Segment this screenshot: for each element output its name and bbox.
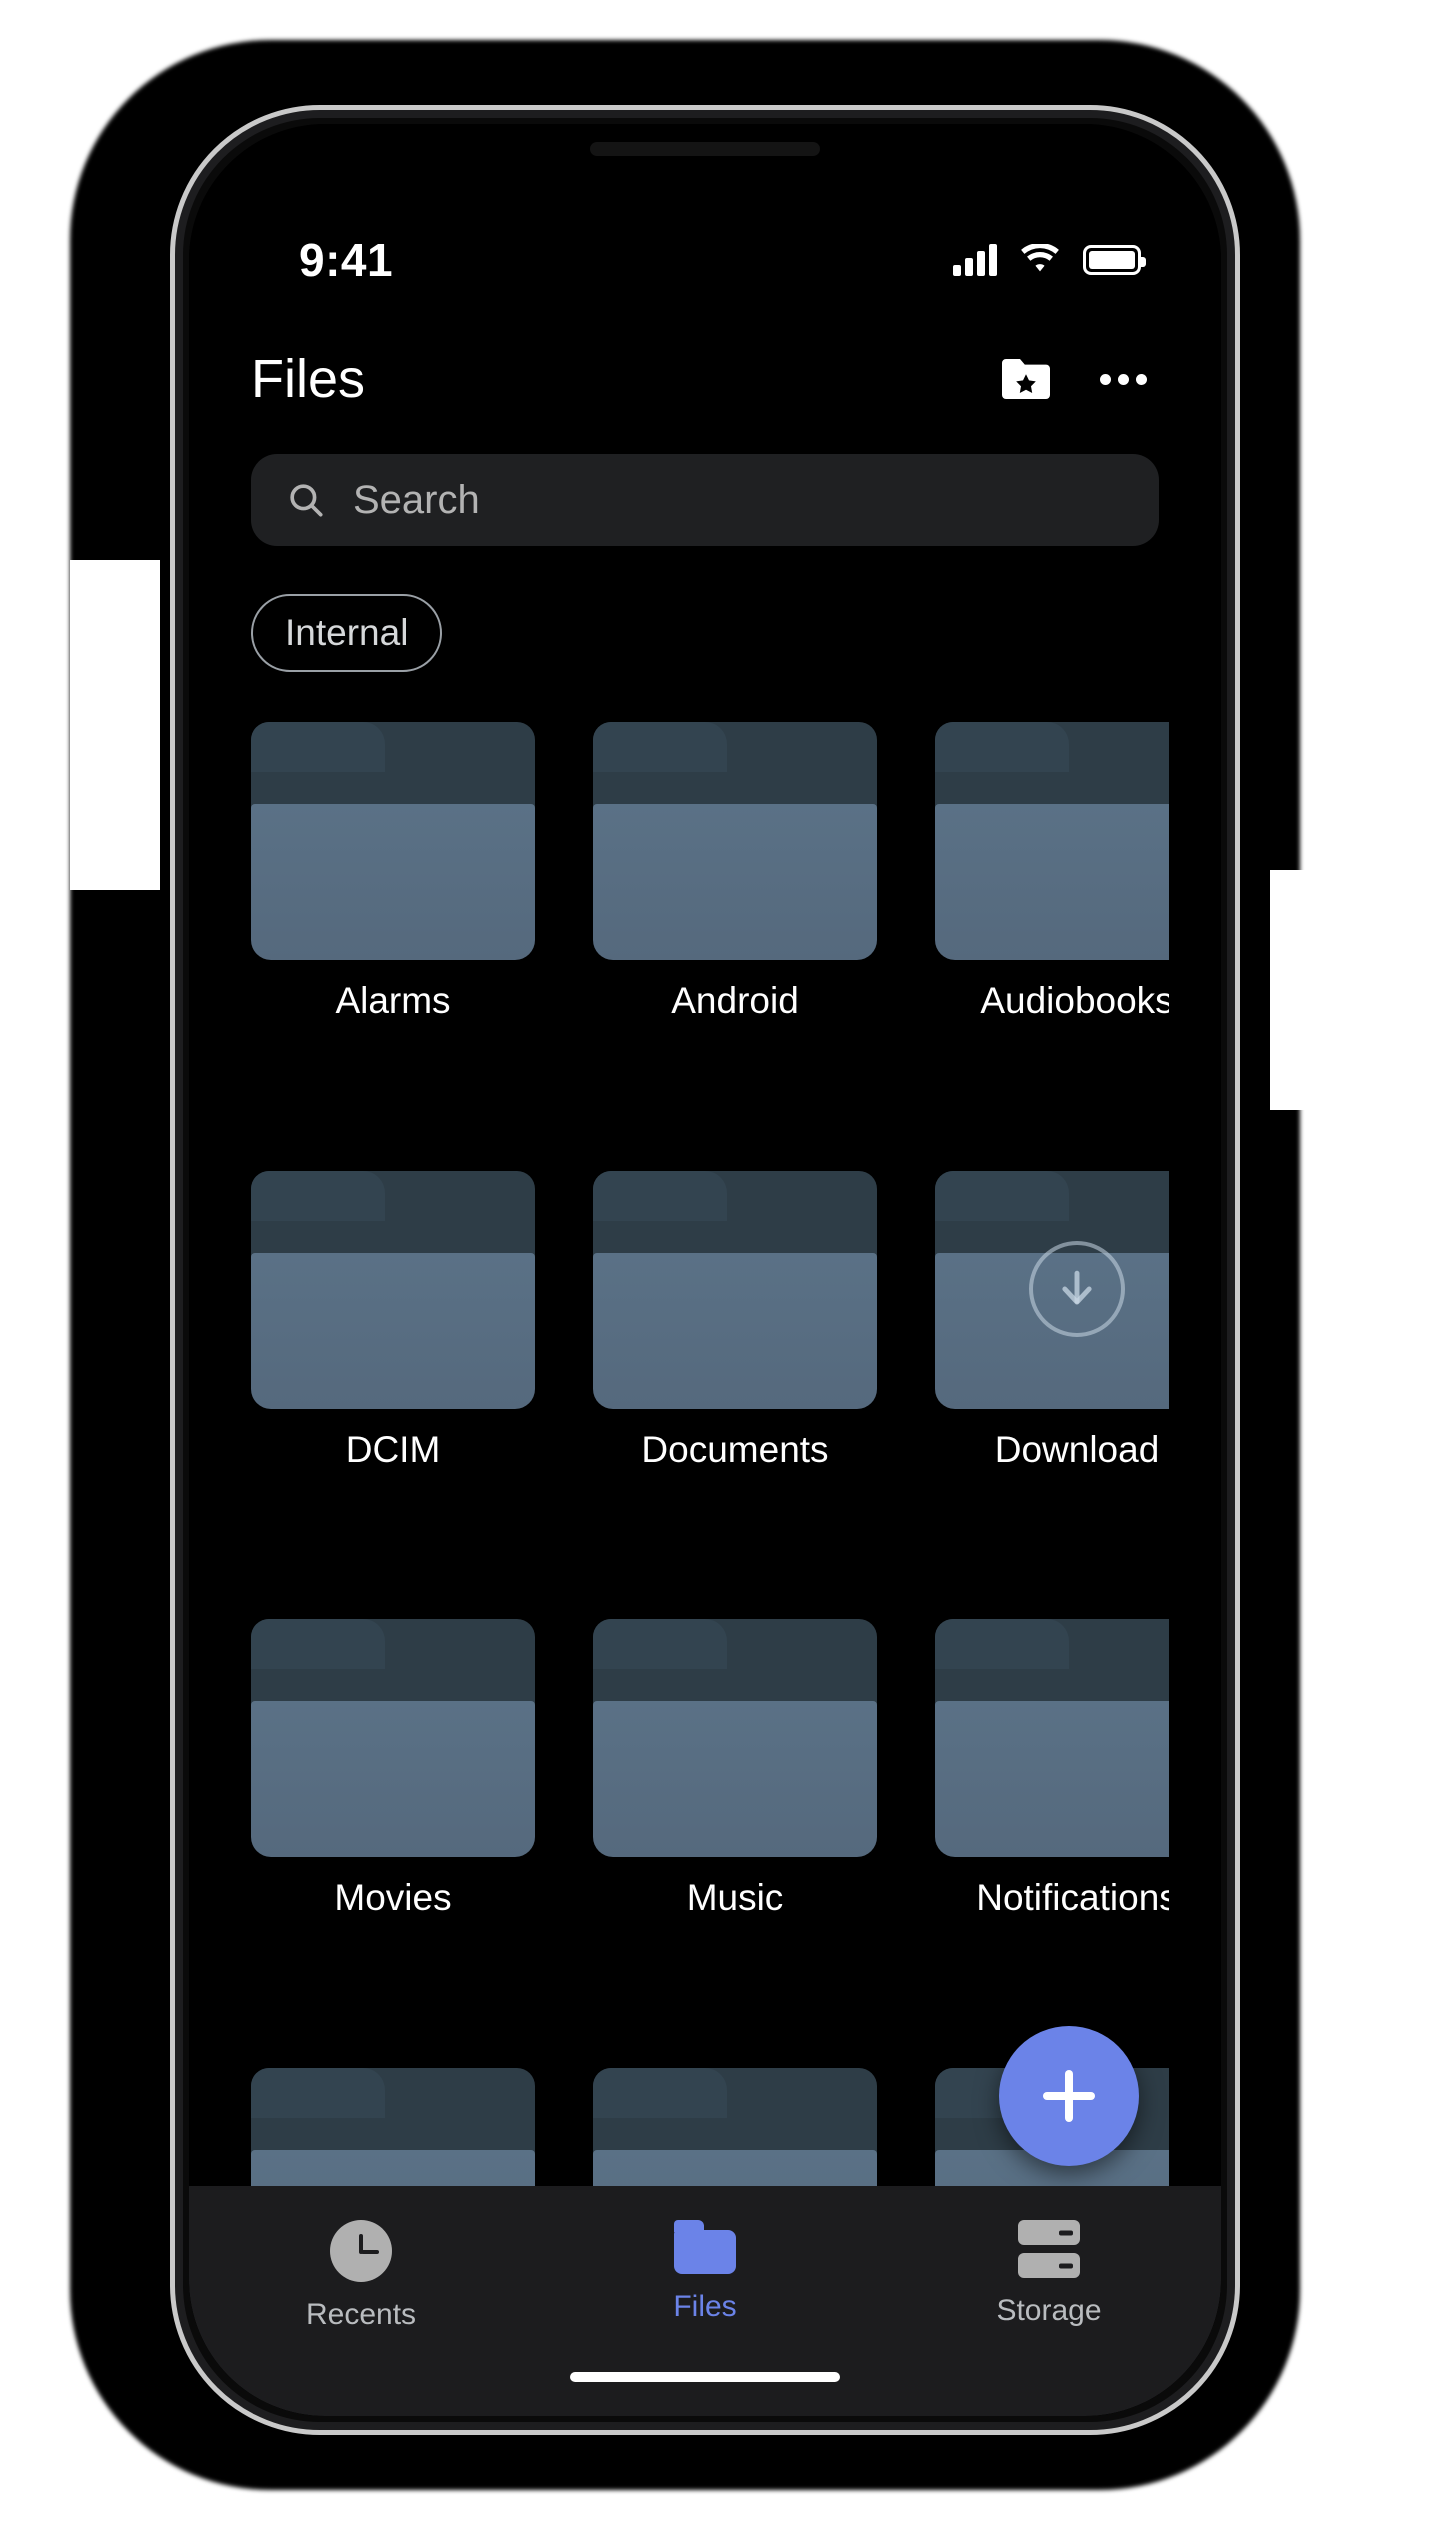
folder-label: Download (994, 1428, 1160, 1470)
shadow-cutout-left (70, 560, 160, 890)
folder-label: Music (686, 1877, 784, 1918)
status-icons (953, 244, 1146, 276)
folder-icon (593, 1619, 877, 1857)
folder-icon (251, 722, 535, 960)
folder-icon (935, 1170, 1169, 1409)
folder-tile-audiobooks[interactable]: Audiobooks (935, 722, 1169, 1133)
folder-label: Audiobooks (980, 980, 1169, 1021)
folder-icon (251, 1619, 535, 1857)
folder-icon (674, 2220, 736, 2274)
shadow-cutout-right (1270, 870, 1360, 1110)
wifi-icon (1021, 244, 1059, 272)
more-options-icon[interactable] (1100, 373, 1147, 385)
clock-icon (330, 2220, 392, 2282)
search-placeholder: Search (353, 477, 480, 522)
search-input[interactable]: Search (251, 454, 1159, 546)
phone-bezel: 9:41 Files Search Internal Alarms Androi… (189, 124, 1221, 2416)
folder-label: Documents (641, 1428, 829, 1470)
folder-star-icon[interactable] (998, 355, 1054, 403)
status-time: 9:41 (299, 234, 394, 286)
nav-label: Storage (996, 2294, 1102, 2327)
storage-chip-row: Internal (251, 594, 443, 672)
folder-icon (935, 722, 1169, 960)
chip-internal[interactable]: Internal (251, 594, 443, 672)
nav-item-files[interactable]: Files (605, 2220, 805, 2324)
folder-icon (593, 1170, 877, 1409)
phone-device-frame: 9:41 Files Search Internal Alarms Androi… (170, 105, 1240, 2435)
folder-tile-notifications[interactable]: Notifications (935, 1619, 1169, 2030)
phone-screen: 9:41 Files Search Internal Alarms Androi… (189, 124, 1221, 2416)
nav-item-storage[interactable]: Storage (949, 2220, 1149, 2328)
folder-label: Alarms (335, 980, 451, 1021)
folder-tile-movies[interactable]: Movies (251, 1619, 535, 2030)
app-header: Files (189, 324, 1221, 434)
folder-icon (593, 722, 877, 960)
nav-label: Files (673, 2290, 737, 2323)
folder-label: Android (671, 980, 799, 1021)
folder-tile-dcim[interactable]: DCIM (251, 1170, 535, 1582)
page-title: Files (251, 349, 366, 409)
folder-label: DCIM (345, 1428, 441, 1470)
plus-icon-vertical (1065, 2070, 1073, 2122)
folder-label: Movies (334, 1877, 452, 1918)
search-icon (290, 484, 323, 517)
folder-grid: Alarms Android Audiobooks DCIM Documents… (251, 722, 1169, 2416)
folder-tile-alarms[interactable]: Alarms (251, 722, 535, 1133)
folder-tile-android[interactable]: Android (593, 722, 877, 1133)
nav-item-recents[interactable]: Recents (261, 2220, 461, 2332)
page-root: 9:41 Files Search Internal Alarms Androi… (0, 0, 1440, 2546)
add-button-fab[interactable] (999, 2026, 1139, 2166)
header-actions (998, 355, 1147, 403)
home-indicator (570, 2372, 840, 2382)
nav-label: Recents (305, 2298, 417, 2331)
battery-icon (1083, 245, 1146, 275)
folder-tile-download[interactable]: Download (935, 1170, 1169, 1582)
folder-tile-documents[interactable]: Documents (593, 1170, 877, 1582)
folder-tile-music[interactable]: Music (593, 1619, 877, 2030)
download-arrow-icon (1029, 1240, 1125, 1337)
cellular-signal-icon (953, 244, 997, 276)
folder-icon (935, 1619, 1169, 1857)
search-section: Search (251, 454, 1159, 546)
device-notch (590, 142, 820, 156)
status-bar: 9:41 (189, 220, 1221, 300)
folder-icon (251, 1170, 535, 1409)
storage-icon (1018, 2220, 1080, 2278)
folder-label: Notifications (976, 1877, 1169, 1918)
